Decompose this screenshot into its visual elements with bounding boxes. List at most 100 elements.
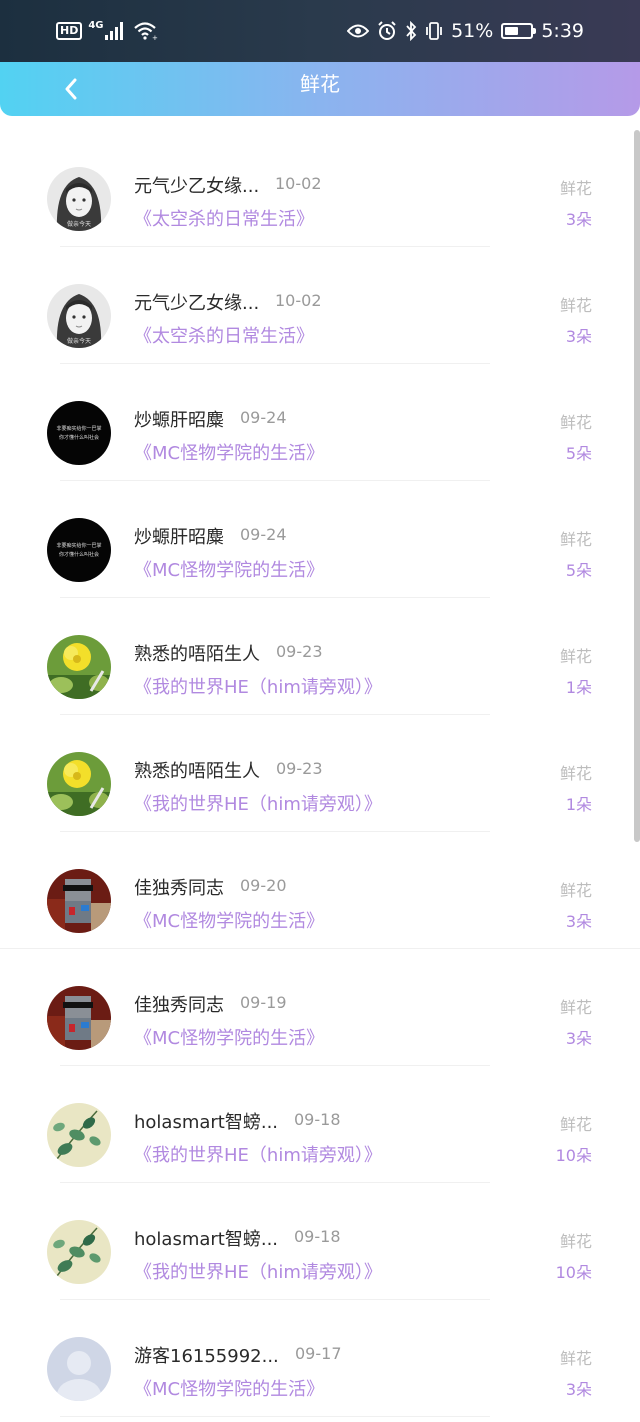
gift-date: 10-02 <box>275 174 322 193</box>
list-item[interactable]: holasmart智螃... 09-18 《我的世界HE（him请旁观）》 鲜花 10朵 <box>0 1183 640 1300</box>
book-title-link[interactable]: 《太空杀的日常生活》 <box>134 322 314 348</box>
flower-gift-list[interactable]: 做亲今天 元气少乙女缘... 10-02 《太空杀的日常生活》 鲜花 3朵 做亲今天 元… <box>0 130 640 1422</box>
book-title-link[interactable]: 《我的世界HE（him请旁观）》 <box>134 1258 382 1284</box>
list-item[interactable]: 非要痴实给你一巴掌 你才懂什么叫社会 炒螈肝昭麋 09-24 《MC怪物学院的生活》… <box>0 364 640 481</box>
book-title-link[interactable]: 《我的世界HE（him请旁观）》 <box>134 673 382 699</box>
gift-date: 09-17 <box>295 1344 342 1363</box>
avatar[interactable]: 做亲今天 <box>47 284 111 348</box>
battery-level <box>505 27 518 35</box>
flower-label: 鲜花 <box>559 998 592 1017</box>
scrollbar[interactable] <box>634 130 640 842</box>
avatar[interactable] <box>47 635 111 699</box>
gift-date: 09-24 <box>240 525 287 544</box>
user-name[interactable]: 佳独秀同志 <box>134 991 224 1017</box>
flower-label: 鲜花 <box>559 530 592 549</box>
eye-icon <box>347 24 370 38</box>
user-name[interactable]: 熟悉的唔陌生人 <box>134 640 260 666</box>
network-type: 4G <box>88 19 104 31</box>
status-bar-right: 51% 5:39 <box>347 17 584 45</box>
avatar[interactable] <box>47 1337 111 1401</box>
gift-date: 09-23 <box>276 642 323 661</box>
svg-text:你才懂什么叫社会: 你才懂什么叫社会 <box>59 434 99 441</box>
flower-count: 1朵 <box>565 795 592 814</box>
book-title-link[interactable]: 《太空杀的日常生活》 <box>134 205 314 231</box>
svg-text:做亲今天: 做亲今天 <box>67 337 91 345</box>
battery-icon <box>501 23 537 39</box>
hd-badge: HD <box>56 22 83 40</box>
flower-count: 10朵 <box>555 1146 592 1165</box>
page-title: 鲜花 <box>300 72 340 96</box>
user-name[interactable]: holasmart智螃... <box>134 1108 278 1134</box>
status-bar-left: HD 4G + <box>56 18 160 44</box>
flower-count: 3朵 <box>565 1029 592 1048</box>
book-title-link[interactable]: 《MC怪物学院的生活》 <box>134 1024 324 1050</box>
list-item[interactable]: 熟悉的唔陌生人 09-23 《我的世界HE（him请旁观）》 鲜花 1朵 <box>0 715 640 832</box>
flower-label: 鲜花 <box>559 179 592 198</box>
avatar[interactable] <box>47 752 111 816</box>
gift-date: 09-18 <box>294 1227 341 1246</box>
gift-date: 09-18 <box>294 1110 341 1129</box>
list-item[interactable]: 佳独秀同志 09-19 《MC怪物学院的生活》 鲜花 3朵 <box>0 949 640 1066</box>
flower-count: 3朵 <box>565 327 592 346</box>
avatar[interactable]: 做亲今天 <box>47 167 111 231</box>
svg-text:非要痴实给你一巴掌: 非要痴实给你一巴掌 <box>56 542 101 549</box>
svg-text:做亲今天: 做亲今天 <box>67 220 91 228</box>
book-title-link[interactable]: 《MC怪物学院的生活》 <box>134 556 324 582</box>
clock: 5:39 <box>541 20 584 42</box>
user-name[interactable]: 元气少乙女缘... <box>134 289 259 315</box>
battery-percent: 51% <box>451 20 494 42</box>
avatar[interactable]: 非要痴实给你一巴掌 你才懂什么叫社会 <box>47 401 111 465</box>
list-item[interactable]: 做亲今天 元气少乙女缘... 10-02 《太空杀的日常生活》 鲜花 3朵 <box>0 247 640 364</box>
user-name[interactable]: 佳独秀同志 <box>134 874 224 900</box>
status-bar: HD 4G + 51% 5:39 <box>0 0 640 62</box>
wifi-icon: + <box>133 22 158 41</box>
book-title-link[interactable]: 《我的世界HE（him请旁观）》 <box>134 1141 382 1167</box>
flower-count: 1朵 <box>565 678 592 697</box>
bluetooth-icon <box>406 21 417 41</box>
list-item[interactable]: 佳独秀同志 09-20 《MC怪物学院的生活》 鲜花 3朵 <box>0 832 640 949</box>
list-item[interactable]: 熟悉的唔陌生人 09-23 《我的世界HE（him请旁观）》 鲜花 1朵 <box>0 598 640 715</box>
svg-text:+: + <box>152 34 158 41</box>
alarm-icon <box>378 21 396 40</box>
book-title-link[interactable]: 《MC怪物学院的生活》 <box>134 439 324 465</box>
row-divider <box>60 1416 490 1417</box>
flower-count: 10朵 <box>555 1263 592 1282</box>
svg-text:非要痴实给你一巴掌: 非要痴实给你一巴掌 <box>56 425 101 432</box>
flower-count: 3朵 <box>565 1380 592 1399</box>
flower-count: 3朵 <box>565 210 592 229</box>
list-item[interactable]: 非要痴实给你一巴掌 你才懂什么叫社会 炒螈肝昭麋 09-24 《MC怪物学院的生活》… <box>0 481 640 598</box>
avatar[interactable] <box>47 1220 111 1284</box>
avatar[interactable] <box>47 869 111 933</box>
user-name[interactable]: 熟悉的唔陌生人 <box>134 757 260 783</box>
flower-label: 鲜花 <box>559 296 592 315</box>
avatar[interactable] <box>47 1103 111 1167</box>
gift-date: 09-19 <box>240 993 287 1012</box>
gift-date: 09-23 <box>276 759 323 778</box>
flower-label: 鲜花 <box>559 1349 592 1368</box>
flower-label: 鲜花 <box>559 881 592 900</box>
book-title-link[interactable]: 《MC怪物学院的生活》 <box>134 1375 324 1401</box>
user-name[interactable]: 炒螈肝昭麋 <box>134 523 224 549</box>
flower-label: 鲜花 <box>559 413 592 432</box>
avatar[interactable]: 非要痴实给你一巴掌 你才懂什么叫社会 <box>47 518 111 582</box>
gift-date: 10-02 <box>275 291 322 310</box>
user-name[interactable]: 元气少乙女缘... <box>134 172 259 198</box>
flower-label: 鲜花 <box>559 1232 592 1251</box>
user-name[interactable]: holasmart智螃... <box>134 1225 278 1251</box>
user-name[interactable]: 游客16155992... <box>134 1342 279 1368</box>
flower-label: 鲜花 <box>559 647 592 666</box>
list-item[interactable]: 游客16155992... 09-17 《MC怪物学院的生活》 鲜花 3朵 <box>0 1300 640 1417</box>
list-item[interactable]: holasmart智螃... 09-18 《我的世界HE（him请旁观）》 鲜花 10朵 <box>0 1066 640 1183</box>
book-title-link[interactable]: 《MC怪物学院的生活》 <box>134 907 324 933</box>
user-name[interactable]: 炒螈肝昭麋 <box>134 406 224 432</box>
gift-date: 09-24 <box>240 408 287 427</box>
flower-label: 鲜花 <box>559 764 592 783</box>
gift-date: 09-20 <box>240 876 287 895</box>
book-title-link[interactable]: 《我的世界HE（him请旁观）》 <box>134 790 382 816</box>
flower-label: 鲜花 <box>559 1115 592 1134</box>
flower-count: 5朵 <box>565 561 592 580</box>
flower-count: 3朵 <box>565 912 592 931</box>
avatar[interactable] <box>47 986 111 1050</box>
flower-count: 5朵 <box>565 444 592 463</box>
list-item[interactable]: 做亲今天 元气少乙女缘... 10-02 《太空杀的日常生活》 鲜花 3朵 <box>0 130 640 247</box>
